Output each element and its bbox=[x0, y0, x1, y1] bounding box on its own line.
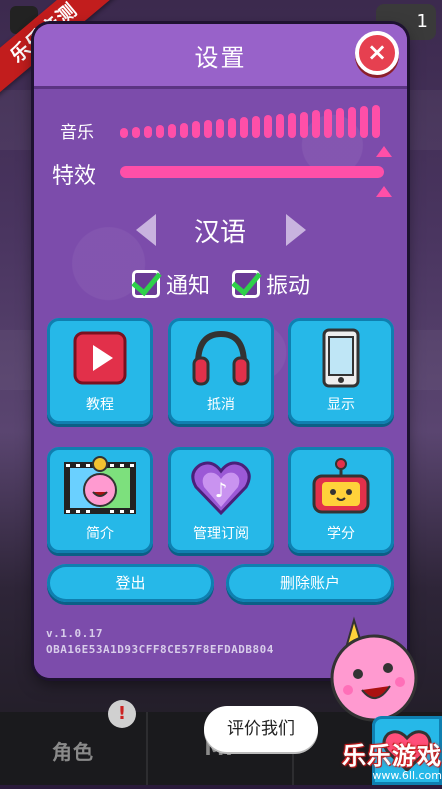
music-volume-bar bbox=[204, 120, 212, 138]
effects-label: 特效 bbox=[52, 164, 97, 189]
music-volume-slider[interactable] bbox=[120, 104, 388, 138]
vibrate-checkbox-box[interactable] bbox=[231, 264, 262, 298]
vibrate-checkbox[interactable]: 振动 bbox=[231, 264, 311, 300]
music-volume-bar bbox=[252, 115, 260, 138]
watermark-site: www.6ll.com bbox=[372, 769, 442, 782]
play-icon bbox=[73, 331, 127, 385]
tab-character-label: 角色 bbox=[52, 740, 94, 764]
tutorial-label: 教程 bbox=[86, 397, 114, 413]
music-volume-bar bbox=[300, 111, 308, 138]
music-volume-bar bbox=[168, 123, 176, 138]
music-volume-bar bbox=[228, 118, 236, 138]
language-prev-arrow-icon[interactable] bbox=[136, 214, 156, 246]
phone-icon bbox=[322, 328, 360, 388]
notify-checkbox-box[interactable] bbox=[131, 264, 162, 298]
music-volume-bar bbox=[336, 108, 344, 138]
offset-button[interactable]: 抵消 bbox=[168, 318, 274, 424]
tutorial-button[interactable]: 教程 bbox=[47, 318, 153, 424]
alert-icon: ! bbox=[108, 700, 136, 728]
settings-title: 设置 bbox=[194, 44, 247, 72]
music-volume-bar bbox=[132, 126, 140, 138]
music-volume-bar bbox=[144, 125, 152, 138]
music-volume-bar bbox=[360, 106, 368, 138]
film-bird-icon bbox=[64, 456, 136, 514]
manage-subscription-button[interactable]: ♪ 管理订阅 bbox=[168, 447, 274, 553]
robot-icon bbox=[312, 458, 370, 514]
music-volume-bar bbox=[312, 110, 320, 138]
check-icon bbox=[131, 264, 162, 297]
music-volume-bar bbox=[324, 109, 332, 138]
music-volume-bar bbox=[288, 112, 296, 138]
music-volume-bar bbox=[180, 122, 188, 138]
music-volume-bar bbox=[216, 119, 224, 138]
heart-gem-icon: ♪ bbox=[191, 461, 251, 516]
rate-us-button[interactable]: 评价我们 bbox=[204, 706, 318, 752]
credits-button[interactable]: 学分 bbox=[288, 447, 394, 553]
effects-slider-handle[interactable] bbox=[376, 186, 392, 197]
display-button[interactable]: 显示 bbox=[288, 318, 394, 424]
profile-button[interactable]: 简介 bbox=[47, 447, 153, 553]
settings-header: 设置 bbox=[34, 24, 407, 89]
watermark-brand: 乐乐游戏 bbox=[342, 742, 442, 770]
music-volume-bar bbox=[372, 104, 380, 138]
music-volume-bar bbox=[276, 113, 284, 138]
svg-text:♪: ♪ bbox=[215, 478, 228, 502]
headphones-icon bbox=[192, 330, 250, 386]
language-value: 汉语 bbox=[193, 218, 246, 248]
watermark: 乐乐游戏 www.6ll.com bbox=[320, 736, 442, 782]
vibrate-label: 振动 bbox=[266, 274, 311, 299]
display-label: 显示 bbox=[327, 397, 355, 413]
music-label: 音乐 bbox=[60, 123, 94, 143]
credits-label: 学分 bbox=[327, 526, 355, 542]
music-volume-bar bbox=[240, 117, 248, 138]
device-id-text: OBA16E53A1D93CFF8CE57F8EFDADB804 bbox=[46, 643, 274, 656]
close-button[interactable]: × bbox=[355, 31, 399, 75]
language-next-arrow-icon[interactable] bbox=[286, 214, 306, 246]
notify-checkbox[interactable]: 通知 bbox=[131, 264, 211, 300]
profile-label: 简介 bbox=[86, 526, 114, 542]
mascot-unicorn-cat bbox=[330, 616, 418, 722]
music-slider-handle[interactable] bbox=[376, 146, 392, 157]
music-volume-bar bbox=[120, 128, 128, 138]
music-volume-bar bbox=[348, 107, 356, 138]
effects-volume-slider[interactable] bbox=[120, 166, 384, 178]
music-volume-bar bbox=[264, 114, 272, 138]
music-volume-bar bbox=[156, 124, 164, 138]
version-text: v.1.0.17 bbox=[46, 627, 103, 640]
manage-subscription-label: 管理订阅 bbox=[193, 526, 249, 542]
offset-label: 抵消 bbox=[207, 397, 235, 413]
logout-button[interactable]: 登出 bbox=[47, 564, 214, 602]
notify-label: 通知 bbox=[166, 274, 211, 299]
delete-account-button[interactable]: 删除账户 bbox=[226, 564, 394, 602]
music-volume-bar bbox=[192, 121, 200, 138]
check-icon bbox=[231, 264, 262, 297]
